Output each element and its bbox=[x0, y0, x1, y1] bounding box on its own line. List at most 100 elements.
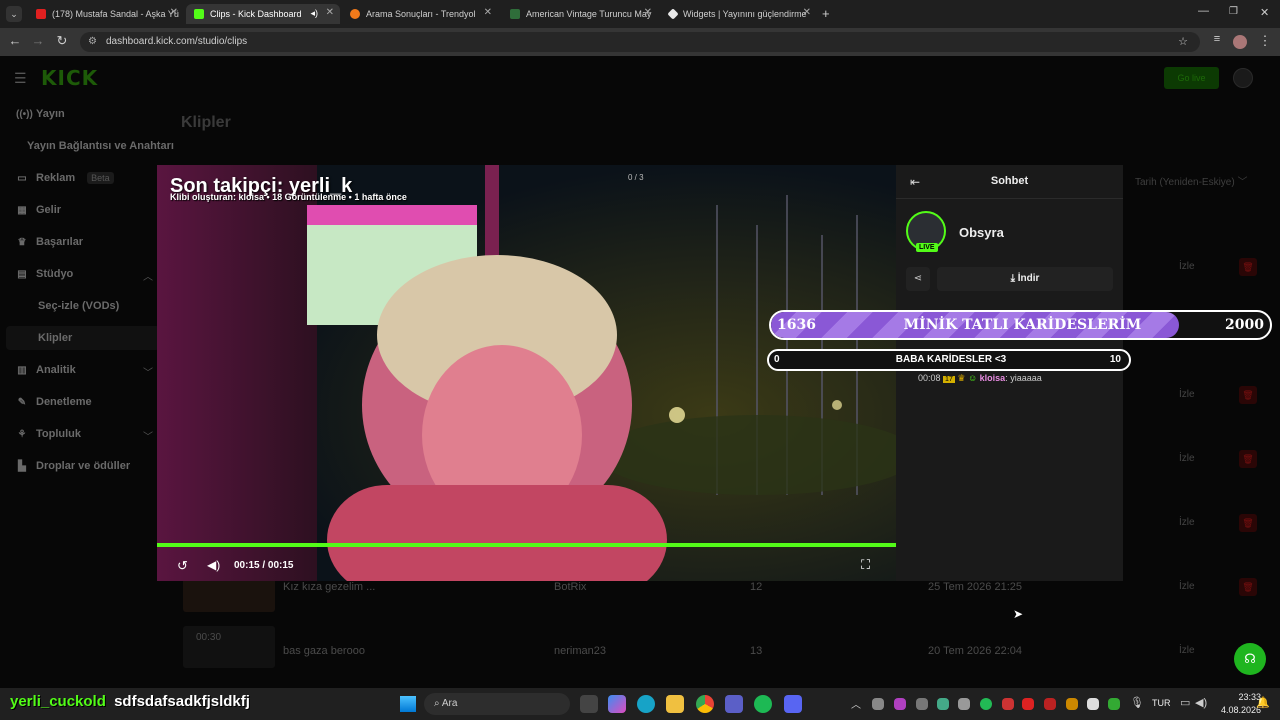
reload-icon[interactable]: ↻ bbox=[53, 33, 71, 49]
sidebar-item-stream-key[interactable]: Yayın Bağlantısı ve Anahtarı bbox=[27, 140, 174, 152]
tray-app-icon[interactable] bbox=[872, 698, 884, 710]
windows-start-icon[interactable] bbox=[400, 696, 416, 712]
sidebar-item-analitik[interactable]: ▥ Analitik bbox=[16, 364, 75, 376]
sidebar-item-topluluk[interactable]: ⚘ Topluluk bbox=[16, 428, 82, 440]
chevron-up-icon[interactable]: ︿ bbox=[143, 268, 153, 283]
tray-app-icon[interactable] bbox=[916, 698, 928, 710]
tray-app-icon[interactable] bbox=[937, 698, 949, 710]
delete-icon[interactable]: 🗑 bbox=[1239, 450, 1257, 468]
watch-link[interactable]: İzle bbox=[1179, 517, 1195, 528]
tray-app-icon[interactable] bbox=[1087, 698, 1099, 710]
sidebar-item-denetleme[interactable]: ✎ Denetleme bbox=[16, 396, 92, 408]
back-icon[interactable]: ← bbox=[6, 33, 24, 48]
maximize-icon[interactable]: ❐ bbox=[1229, 6, 1238, 17]
speaker-icon[interactable]: ◂) bbox=[310, 8, 318, 19]
hamburger-menu-icon[interactable]: ☰ bbox=[14, 70, 27, 87]
browser-menu-icon[interactable]: ⋮ bbox=[1256, 33, 1274, 49]
close-tab-icon[interactable]: ✕ bbox=[644, 7, 652, 18]
tray-app-icon[interactable] bbox=[894, 698, 906, 710]
taskbar-search[interactable]: ⌕ Ara bbox=[424, 693, 570, 715]
message-user[interactable]: kloisa bbox=[980, 373, 1006, 383]
minimize-icon[interactable]: — bbox=[1198, 5, 1209, 17]
microphone-icon[interactable]: 🎙 bbox=[1130, 696, 1144, 709]
sidebar-item-yayin[interactable]: ((•)) Yayın bbox=[16, 108, 65, 120]
bookmark-star-icon[interactable]: ☆ bbox=[1178, 32, 1188, 52]
tray-app-icon[interactable] bbox=[1066, 698, 1078, 710]
watch-link[interactable]: İzle bbox=[1179, 261, 1195, 272]
tray-app-icon[interactable] bbox=[1002, 698, 1014, 710]
video-progress-track[interactable] bbox=[157, 543, 897, 547]
tray-app-icon[interactable] bbox=[980, 698, 992, 710]
tab-widgets[interactable]: Widgets | Yayınını güçlendirme ✕ bbox=[661, 4, 817, 24]
clock-time[interactable]: 23:33 bbox=[1217, 692, 1261, 702]
tab-youtube[interactable]: (178) Mustafa Sandal - Aşka Yü ✕ bbox=[28, 4, 184, 24]
chrome-icon[interactable] bbox=[696, 695, 714, 713]
edge-icon[interactable] bbox=[637, 695, 655, 713]
clip-title[interactable]: bas gaza berooo bbox=[283, 645, 365, 657]
download-button[interactable]: ⤓ İndir bbox=[937, 267, 1113, 291]
fullscreen-icon[interactable]: ⛶ bbox=[861, 557, 870, 573]
file-explorer-icon[interactable] bbox=[580, 695, 598, 713]
support-chat-button[interactable]: ☊ bbox=[1234, 643, 1266, 675]
tab-kick-dashboard[interactable]: Clips - Kick Dashboard ◂) ✕ bbox=[186, 4, 340, 24]
streamer-name[interactable]: Obsyra bbox=[959, 225, 1004, 240]
sidebar-item-klipler[interactable]: Klipler bbox=[38, 332, 72, 344]
watch-link[interactable]: İzle bbox=[1179, 645, 1195, 656]
clip-video-player[interactable]: Son takipçi: yerli_k Klibi oluşturan: kl… bbox=[157, 165, 897, 581]
volume-tray-icon[interactable]: ◀) bbox=[1195, 696, 1207, 709]
tray-app-icon[interactable] bbox=[1022, 698, 1034, 710]
replay-icon[interactable]: ↺ bbox=[177, 558, 188, 574]
teams-icon[interactable] bbox=[725, 695, 743, 713]
sidebar-item-basarilar[interactable]: ♛ Başarılar bbox=[16, 236, 84, 248]
tray-overflow-icon[interactable]: ︿ bbox=[851, 696, 861, 711]
watch-link[interactable]: İzle bbox=[1179, 453, 1195, 464]
chevron-down-icon[interactable]: ﹀ bbox=[143, 364, 153, 379]
sidebar-item-vods[interactable]: Seç-izle (VODs) bbox=[38, 300, 119, 312]
chevron-down-icon[interactable]: ﹀ bbox=[143, 428, 153, 443]
notification-icon[interactable]: 🔔 bbox=[1256, 696, 1270, 709]
forward-icon[interactable]: → bbox=[29, 33, 47, 48]
spotify-icon[interactable] bbox=[754, 695, 772, 713]
discord-icon[interactable] bbox=[784, 695, 802, 713]
delete-icon[interactable]: 🗑 bbox=[1239, 386, 1257, 404]
tab-american-vintage[interactable]: American Vintage Turuncu May ✕ bbox=[502, 4, 658, 24]
sidebar-item-droplar[interactable]: ▙ Droplar ve ödüller bbox=[16, 460, 130, 472]
sidebar-item-klipler-active[interactable] bbox=[6, 326, 160, 350]
network-icon[interactable]: ▭ bbox=[1180, 696, 1190, 709]
go-live-button[interactable]: Go live bbox=[1164, 67, 1219, 89]
delete-icon[interactable]: 🗑 bbox=[1239, 578, 1257, 596]
tray-app-icon[interactable] bbox=[1108, 698, 1120, 710]
volume-icon[interactable]: ◀) bbox=[207, 558, 220, 572]
close-tab-icon[interactable]: ✕ bbox=[326, 7, 334, 18]
close-tab-icon[interactable]: ✕ bbox=[484, 7, 492, 18]
tab-trendyol[interactable]: Arama Sonuçları - Trendyol ✕ bbox=[342, 4, 498, 24]
clip-title[interactable]: Kız kıza gezelim ... bbox=[283, 581, 375, 593]
close-tab-icon[interactable]: ✕ bbox=[170, 7, 178, 18]
media-control-icon[interactable]: ≡ bbox=[1208, 33, 1226, 45]
profile-avatar[interactable] bbox=[1233, 35, 1247, 49]
sidebar-item-gelir[interactable]: ▦ Gelir bbox=[16, 204, 61, 216]
tray-app-icon[interactable] bbox=[958, 698, 970, 710]
new-tab-icon[interactable]: + bbox=[822, 6, 830, 21]
address-input[interactable]: ⚙ dashboard.kick.com/studio/clips ☆ bbox=[80, 32, 1200, 52]
site-info-icon[interactable]: ⚙ bbox=[88, 32, 97, 52]
sidebar-item-reklam[interactable]: ▭ Reklam Beta bbox=[16, 172, 114, 184]
delete-icon[interactable]: 🗑 bbox=[1239, 258, 1257, 276]
kick-logo[interactable]: KICK bbox=[41, 66, 98, 90]
delete-icon[interactable]: 🗑 bbox=[1239, 514, 1257, 532]
sidebar-item-studyo[interactable]: ▤ Stüdyo bbox=[16, 268, 73, 280]
close-window-icon[interactable]: ✕ bbox=[1260, 6, 1269, 19]
clock-date[interactable]: 4.08.2026 bbox=[1210, 705, 1261, 715]
user-avatar[interactable] bbox=[1233, 68, 1253, 88]
folder-icon[interactable] bbox=[666, 695, 684, 713]
watch-link[interactable]: İzle bbox=[1179, 581, 1195, 592]
clip-views: 13 bbox=[750, 645, 763, 657]
language-indicator[interactable]: TUR bbox=[1152, 698, 1171, 708]
close-tab-icon[interactable]: ✕ bbox=[803, 7, 811, 18]
tab-list-dropdown-icon[interactable]: ⌄ bbox=[6, 6, 22, 22]
tray-app-icon[interactable] bbox=[1044, 698, 1056, 710]
watch-link[interactable]: İzle bbox=[1179, 389, 1195, 400]
sort-dropdown[interactable]: Tarih (Yeniden-Eskiye) ﹀ bbox=[1135, 173, 1247, 188]
copilot-icon[interactable] bbox=[608, 695, 626, 713]
share-button[interactable]: ⋖ bbox=[906, 267, 930, 291]
